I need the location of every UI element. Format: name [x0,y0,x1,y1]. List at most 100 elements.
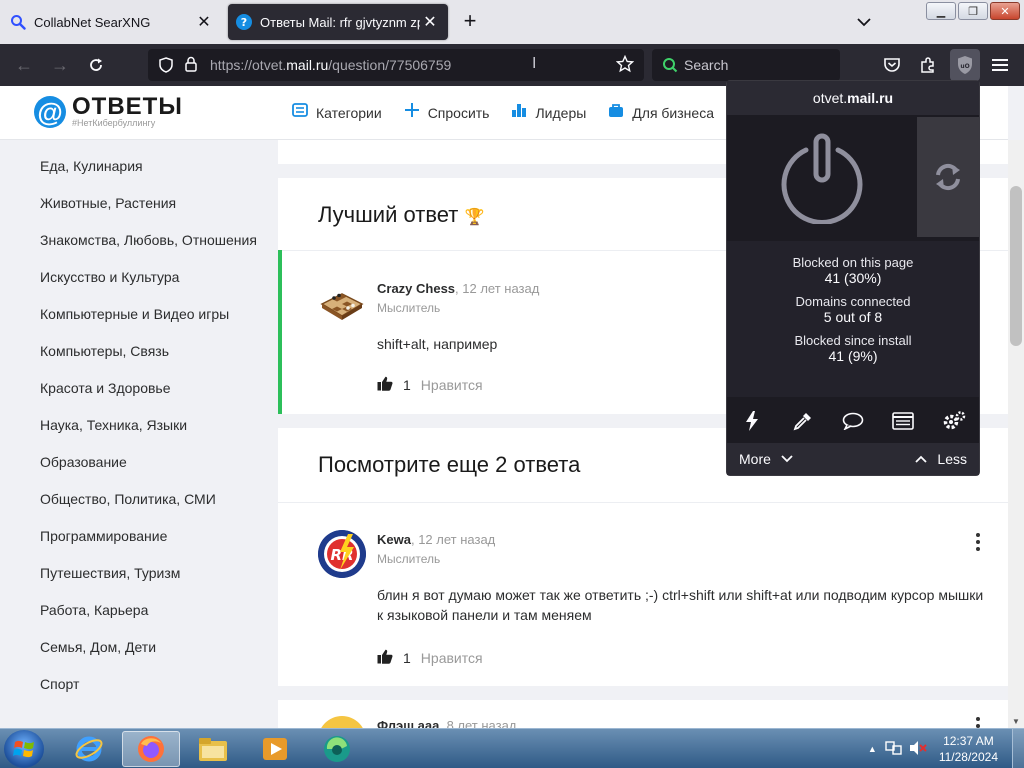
logo-text: ОТВЕТЫ [72,93,183,120]
show-desktop-button[interactable] [1012,729,1024,768]
more-options-icon[interactable] [970,532,986,552]
url-bar[interactable]: https://otvet.mail.ru/question/77506759 … [148,49,644,81]
answer-author[interactable]: Crazy Chess, 12 лет назад [377,281,539,296]
nav-label: Лидеры [535,104,587,121]
shield-icon[interactable] [158,57,174,78]
blocked-install-value: 41 (9%) [828,348,878,364]
nav-leaders[interactable]: Лидеры [511,102,586,123]
chevron-up-icon [915,455,928,463]
like-label: Нравится [420,377,483,393]
back-button[interactable]: ← [12,53,36,77]
minimize-button[interactable]: ▁ [926,2,956,20]
ublock-stats: Blocked on this page 41 (30%) Domains co… [727,241,979,397]
volume-muted-icon[interactable] [909,740,927,759]
power-button[interactable] [727,115,917,241]
like-button[interactable]: 1 Нравится [377,649,483,667]
show-hidden-icons-icon[interactable]: ▲ [868,744,877,754]
lightning-icon[interactable] [734,406,770,436]
answer-author[interactable]: Kewa, 12 лет назад [377,532,495,547]
search-engine-icon [662,57,678,73]
sidebar-category[interactable]: Компьютеры, Связь [40,341,270,361]
third-answer-card: Флэш ааа, 8 лет назад [278,700,1008,728]
sidebar-category[interactable]: Семья, Дом, Дети [40,637,270,657]
bookmark-star-icon[interactable] [615,54,635,78]
domains-connected-value: 5 out of 8 [823,309,883,325]
window-controls: ▁ ❐ ✕ [926,2,1020,20]
tab-searxng[interactable]: CollabNet SearXNG ✕ [2,4,222,40]
tab-title: CollabNet SearXNG [34,14,151,30]
sidebar-category[interactable]: Знакомства, Любовь, Отношения [40,230,270,250]
sidebar-category[interactable]: Компьютерные и Видео игры [40,304,270,324]
like-button[interactable]: 1 Нравится [377,376,483,394]
taskbar-media-player[interactable] [246,731,304,767]
sidebar-category[interactable]: Образование [40,452,270,472]
ublock-footer: More Less [727,443,979,475]
sidebar-category[interactable]: Спорт [40,674,270,694]
page-scrollbar[interactable]: ▼ [1008,140,1024,728]
restore-button[interactable]: ❐ [958,2,988,20]
more-button[interactable]: More [739,451,793,467]
avatar[interactable]: RR [318,530,366,578]
network-icon[interactable] [885,740,903,759]
ublock-button[interactable]: uO [950,49,980,81]
close-tab-icon[interactable]: ✕ [420,12,440,32]
sidebar-category[interactable]: Животные, Растения [40,193,270,213]
sidebar-category[interactable]: Наука, Техника, Языки [40,415,270,435]
sidebar-category[interactable]: Искусство и Культура [40,267,270,287]
avatar[interactable] [318,716,366,728]
scrollbar-thumb[interactable] [1010,186,1022,346]
taskbar-ie[interactable] [60,731,118,767]
gears-icon[interactable] [936,406,972,436]
nav-business[interactable]: Для бизнеса [608,102,714,123]
taskbar-app[interactable] [308,731,366,767]
windows-logo-icon [13,740,34,758]
domains-connected-label: Domains connected [795,294,911,309]
list-all-tabs-button[interactable] [852,10,876,34]
sidebar-category[interactable]: Еда, Кулинария [40,156,270,176]
lock-icon[interactable] [184,56,198,77]
avatar[interactable] [318,278,366,326]
folder-icon [199,738,227,761]
logger-icon[interactable] [885,406,921,436]
blocked-page-label: Blocked on this page [792,255,914,270]
clock-time: 12:37 AM [943,734,994,748]
taskbar-firefox[interactable] [122,731,180,767]
divider [278,502,1008,503]
refresh-button[interactable] [917,117,979,237]
answer-author[interactable]: Флэш ааа, 8 лет назад [377,718,516,728]
extensions-button[interactable] [916,53,940,77]
search-field[interactable]: Search [652,49,840,81]
pocket-button[interactable] [880,53,904,77]
ublock-tools [727,403,979,439]
eyedropper-icon[interactable] [785,406,821,436]
start-button[interactable] [4,730,44,768]
site-logo[interactable]: @ ОТВЕТЫ #НетКибербуллингу [34,93,183,128]
less-button[interactable]: Less [915,451,967,467]
speech-bubble-icon[interactable] [835,406,871,436]
svg-text:uO: uO [960,63,969,70]
nav-categories[interactable]: Категории [292,102,382,123]
internet-explorer-icon [75,736,103,762]
sidebar-category[interactable]: Общество, Политика, СМИ [40,489,270,509]
nav-ask[interactable]: Спросить [404,102,489,123]
sidebar-category[interactable]: Программирование [40,526,270,546]
more-options-icon[interactable] [970,716,986,728]
at-logo-icon: @ [34,96,66,128]
forward-button[interactable]: → [48,53,72,77]
system-tray: ▲ 12:37 AM 11/28/2024 [868,729,1024,768]
sidebar-category[interactable]: Красота и Здоровье [40,378,270,398]
close-window-button[interactable]: ✕ [990,2,1020,20]
menu-button[interactable] [988,53,1012,77]
less-label: Less [937,451,967,467]
close-tab-icon[interactable]: ✕ [194,12,214,32]
reload-icon [90,58,102,71]
scroll-down-arrow-icon[interactable]: ▼ [1012,717,1020,726]
new-tab-button[interactable]: + [458,10,482,34]
tab-otvet[interactable]: ? Ответы Mail: rfr gjvtyznm zpsr ✕ [228,4,448,40]
sidebar-category[interactable]: Путешествия, Туризм [40,563,270,583]
taskbar-explorer[interactable] [184,731,242,767]
clock[interactable]: 12:37 AM 11/28/2024 [939,733,998,765]
reload-button[interactable] [84,53,108,77]
list-icon [292,103,308,122]
sidebar-category[interactable]: Работа, Карьера [40,600,270,620]
